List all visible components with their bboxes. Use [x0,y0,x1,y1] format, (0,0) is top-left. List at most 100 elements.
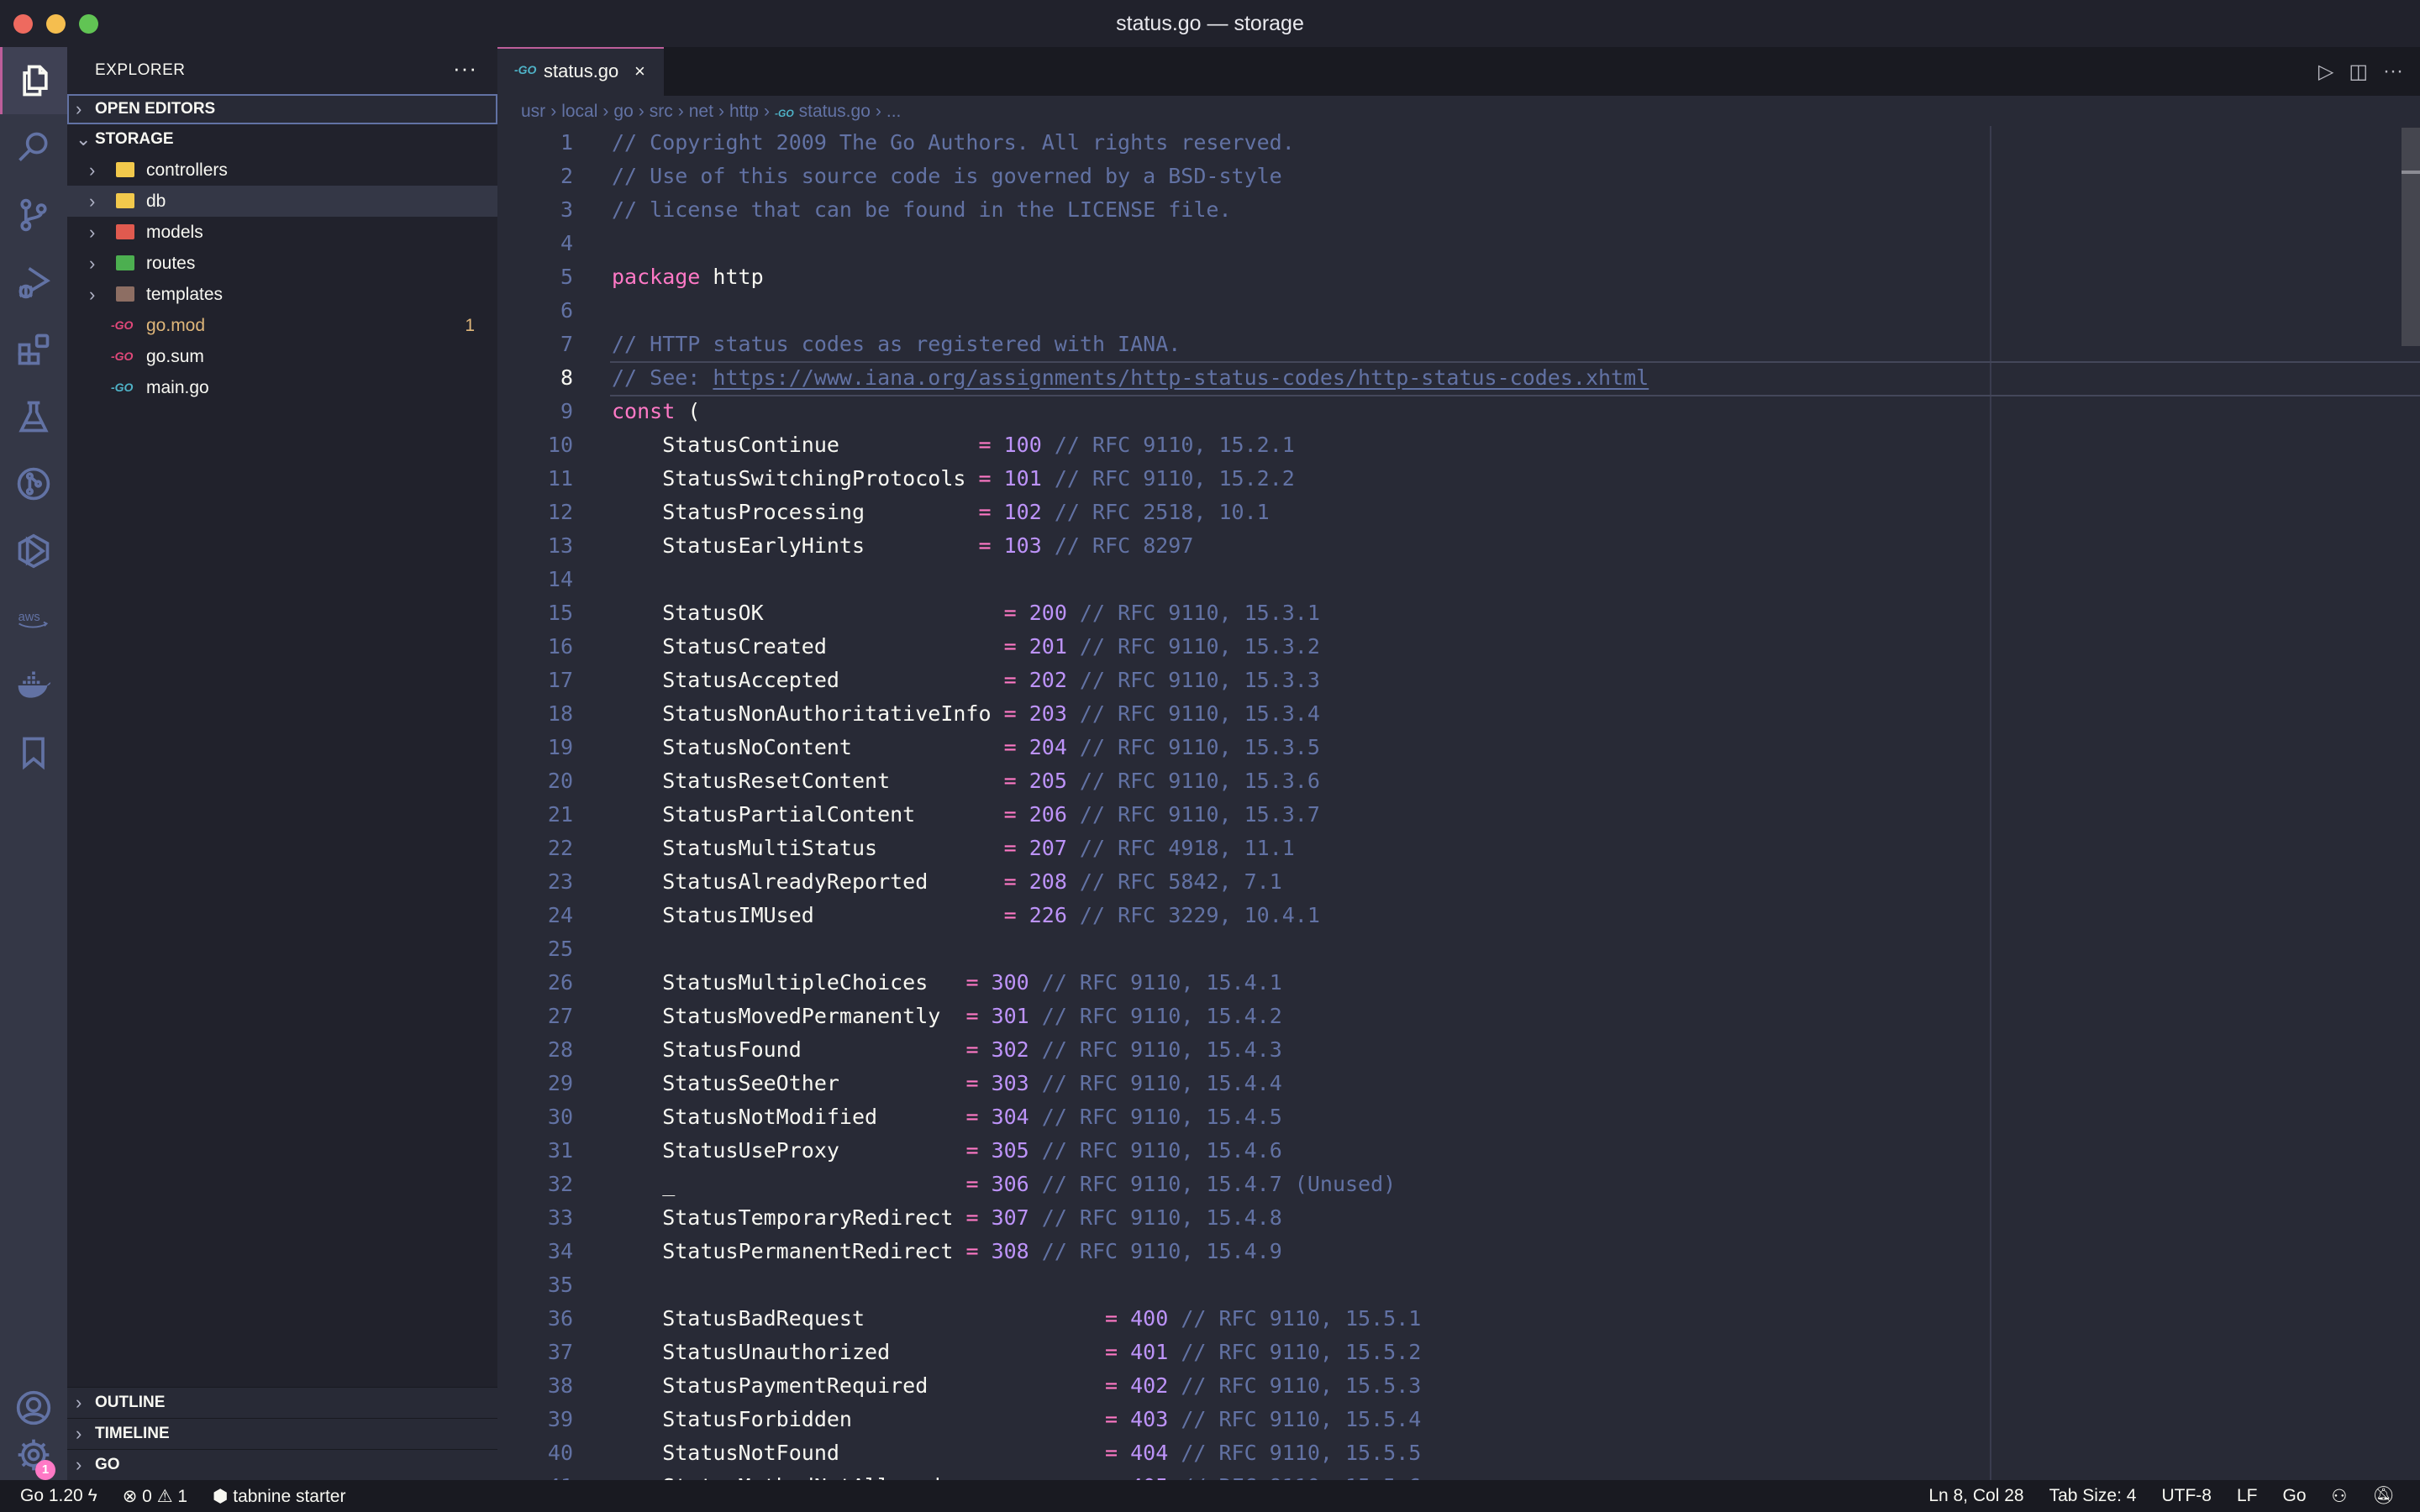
scrollbar-thumb[interactable] [2402,128,2420,346]
activity-run-debug[interactable] [0,249,67,316]
activity-gitlens[interactable] [0,450,67,517]
code-line[interactable]: 22 StatusMultiStatus = 207 // RFC 4918, … [497,832,2420,865]
line-number: 24 [547,903,573,927]
code-line[interactable]: 29 StatusSeeOther = 303 // RFC 9110, 15.… [497,1067,2420,1100]
code-line[interactable]: 18 StatusNonAuthoritativeInfo = 203 // R… [497,697,2420,731]
activity-extensions[interactable] [0,316,67,383]
tabnine-status[interactable]: ⬢ tabnine starter [213,1486,345,1507]
code-line[interactable]: 24 StatusIMUsed = 226 // RFC 3229, 10.4.… [497,899,2420,932]
tree-item-db[interactable]: › db [67,186,497,217]
code-line[interactable]: 10 StatusContinue = 100 // RFC 9110, 15.… [497,428,2420,462]
activity-source-control[interactable] [0,181,67,249]
code-line[interactable]: 28 StatusFound = 302 // RFC 9110, 15.4.3 [497,1033,2420,1067]
activity-docker[interactable] [0,652,67,719]
code-line[interactable]: 23 StatusAlreadyReported = 208 // RFC 58… [497,865,2420,899]
breadcrumb-item[interactable]: go [613,102,633,121]
code-view[interactable]: 1 // Copyright 2009 The Go Authors. All r… [497,126,2420,1504]
code-line[interactable]: 12 StatusProcessing = 102 // RFC 2518, 1… [497,496,2420,529]
code-line[interactable]: 6 [497,294,2420,328]
code-token: // RFC 9110, 15.4.1 [1028,970,1282,995]
code-token: // Copyright 2009 The Go Authors. All ri… [612,130,1295,155]
code-line[interactable]: 16 StatusCreated = 201 // RFC 9110, 15.3… [497,630,2420,664]
code-line[interactable]: 11 StatusSwitchingProtocols = 101 // RFC… [497,462,2420,496]
breadcrumb-item[interactable]: local [561,102,597,121]
code-line[interactable]: 14 [497,563,2420,596]
code-line[interactable]: 8 // See: https://www.iana.org/assignment… [497,361,2420,396]
activity-hex-play[interactable] [0,517,67,585]
code-line[interactable]: 19 StatusNoContent = 204 // RFC 9110, 15… [497,731,2420,764]
code-line[interactable]: 17 StatusAccepted = 202 // RFC 9110, 15.… [497,664,2420,697]
breadcrumb-item[interactable]: status.go [799,102,871,121]
code-token: 101 [1003,466,1042,491]
tab-size[interactable]: Tab Size: 4 [2049,1486,2137,1506]
activity-testing[interactable] [0,383,67,450]
code-link[interactable]: https://www.iana.org/assignments/http-st… [713,365,1649,390]
tree-item-models[interactable]: › models [67,217,497,248]
encoding[interactable]: UTF-8 [2161,1486,2212,1506]
breadcrumb-item[interactable]: ... [886,102,902,121]
section-open-editors[interactable]: › OPEN EDITORS [67,94,497,124]
code-line[interactable]: 21 StatusPartialContent = 206 // RFC 911… [497,798,2420,832]
split-editor-icon[interactable]: ◫ [2349,60,2368,84]
section-timeline[interactable]: › TIMELINE [67,1418,497,1449]
code-line[interactable]: 32 _ = 306 // RFC 9110, 15.4.7 (Unused) [497,1168,2420,1201]
code-line[interactable]: 3 // license that can be found in the LIC… [497,193,2420,227]
code-line[interactable]: 7 // HTTP status codes as registered with… [497,328,2420,361]
problems-status[interactable]: ⊗ 0 ⚠ 1 [123,1486,187,1507]
code-line[interactable]: 34 StatusPermanentRedirect = 308 // RFC … [497,1235,2420,1268]
tree-item-routes[interactable]: › routes [67,248,497,279]
activity-search[interactable] [0,114,67,181]
code-line[interactable]: 40 StatusNotFound = 404 // RFC 9110, 15.… [497,1436,2420,1470]
line-number: 15 [547,601,573,625]
code-line[interactable]: 38 StatusPaymentRequired = 402 // RFC 91… [497,1369,2420,1403]
code-line[interactable]: 31 StatusUseProxy = 305 // RFC 9110, 15.… [497,1134,2420,1168]
notifications-muted-icon[interactable]: 🔕︎ [2372,1486,2395,1506]
section-workspace[interactable]: ⌄ STORAGE [67,124,497,155]
code-token: StatusPaymentRequired [612,1373,1105,1398]
code-line[interactable]: 2 // Use of this source code is governed … [497,160,2420,193]
cursor-position[interactable]: Ln 8, Col 28 [1928,1486,2023,1506]
activity-explorer[interactable] [0,47,67,114]
code-line[interactable]: 20 StatusResetContent = 205 // RFC 9110,… [497,764,2420,798]
activity-manage[interactable]: 1 [0,1421,67,1488]
close-tab-icon[interactable]: × [634,49,645,94]
feedback-icon[interactable]: ⚇ [2332,1486,2348,1507]
code-line[interactable]: 35 [497,1268,2420,1302]
go-version-status[interactable]: Go 1.20 ϟ [20,1486,97,1506]
code-line[interactable]: 9 const ( [497,395,2420,428]
tree-item-go-mod[interactable]: -GO go.mod 1 [67,310,497,341]
code-line[interactable]: 1 // Copyright 2009 The Go Authors. All r… [497,126,2420,160]
code-line[interactable]: 15 StatusOK = 200 // RFC 9110, 15.3.1 [497,596,2420,630]
code-line[interactable]: 4 [497,227,2420,260]
breadcrumb-item[interactable]: http [729,102,759,121]
code-line[interactable]: 25 [497,932,2420,966]
code-line[interactable]: 33 StatusTemporaryRedirect = 307 // RFC … [497,1201,2420,1235]
activity-bookmarks[interactable] [0,719,67,786]
code-line[interactable]: 39 StatusForbidden = 403 // RFC 9110, 15… [497,1403,2420,1436]
section-outline[interactable]: › OUTLINE [67,1387,497,1418]
tree-item-main-go[interactable]: -GO main.go [67,372,497,403]
more-actions-icon[interactable]: ··· [453,47,477,89]
line-number: 38 [547,1373,573,1398]
tree-item-controllers[interactable]: › controllers [67,155,497,186]
code-line[interactable]: 36 StatusBadRequest = 400 // RFC 9110, 1… [497,1302,2420,1336]
code-line[interactable]: 30 StatusNotModified = 304 // RFC 9110, … [497,1100,2420,1134]
code-line[interactable]: 27 StatusMovedPermanently = 301 // RFC 9… [497,1000,2420,1033]
breadcrumb-item[interactable]: net [689,102,713,121]
code-line[interactable]: 13 StatusEarlyHints = 103 // RFC 8297 [497,529,2420,563]
breadcrumb-item[interactable]: usr [521,102,545,121]
code-line[interactable]: 37 StatusUnauthorized = 401 // RFC 9110,… [497,1336,2420,1369]
tree-item-templates[interactable]: › templates [67,279,497,310]
section-go[interactable]: › GO [67,1449,497,1480]
breadcrumb-item[interactable]: src [650,102,673,121]
code-line[interactable]: 26 StatusMultipleChoices = 300 // RFC 91… [497,966,2420,1000]
language-mode[interactable]: Go [2282,1486,2306,1506]
more-actions-icon[interactable]: ··· [2383,60,2403,83]
run-file-icon[interactable]: ▷ [2318,60,2333,84]
activity-aws[interactable]: aws [0,585,67,652]
end-of-line[interactable]: LF [2237,1486,2258,1506]
code-line[interactable]: 5 package http [497,260,2420,294]
tree-item-go-sum[interactable]: -GO go.sum [67,341,497,372]
tab-status-go[interactable]: -GO status.go × [497,47,664,96]
